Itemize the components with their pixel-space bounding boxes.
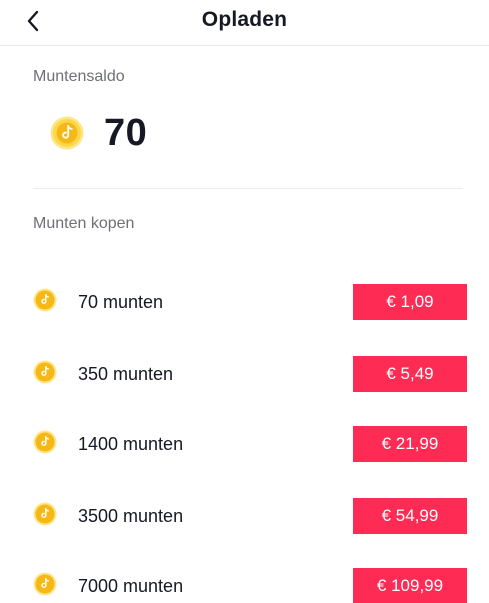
coin-icon — [33, 288, 57, 312]
package-row[interactable]: 1400 munten € 21,99 — [33, 426, 467, 462]
package-label: 70 munten — [78, 292, 164, 312]
package-label: 3500 munten — [78, 506, 184, 526]
package-row[interactable]: 3500 munten € 54,99 — [33, 498, 467, 534]
coin-icon — [33, 572, 57, 596]
price-button[interactable]: € 54,99 — [353, 498, 467, 534]
price-button[interactable]: € 21,99 — [353, 426, 467, 462]
recharge-page: Opladen Muntensaldo 70 Munten kopen 70 m… — [0, 0, 489, 603]
package-row[interactable]: 350 munten € 5,49 — [33, 356, 467, 392]
package-row[interactable]: 7000 munten € 109,99 — [33, 568, 467, 603]
package-label: 350 munten — [78, 364, 174, 384]
price-button[interactable]: € 5,49 — [353, 356, 467, 392]
package-label: 7000 munten — [78, 576, 184, 596]
price-button[interactable]: € 109,99 — [353, 568, 467, 603]
package-label: 1400 munten — [78, 434, 184, 454]
coin-packages-list: 70 munten € 1,09 350 munten € 5,49 1400 … — [0, 0, 489, 603]
coin-icon — [33, 360, 57, 384]
price-button[interactable]: € 1,09 — [353, 284, 467, 320]
coin-icon — [33, 502, 57, 526]
coin-icon — [33, 430, 57, 454]
package-row[interactable]: 70 munten € 1,09 — [33, 284, 467, 320]
